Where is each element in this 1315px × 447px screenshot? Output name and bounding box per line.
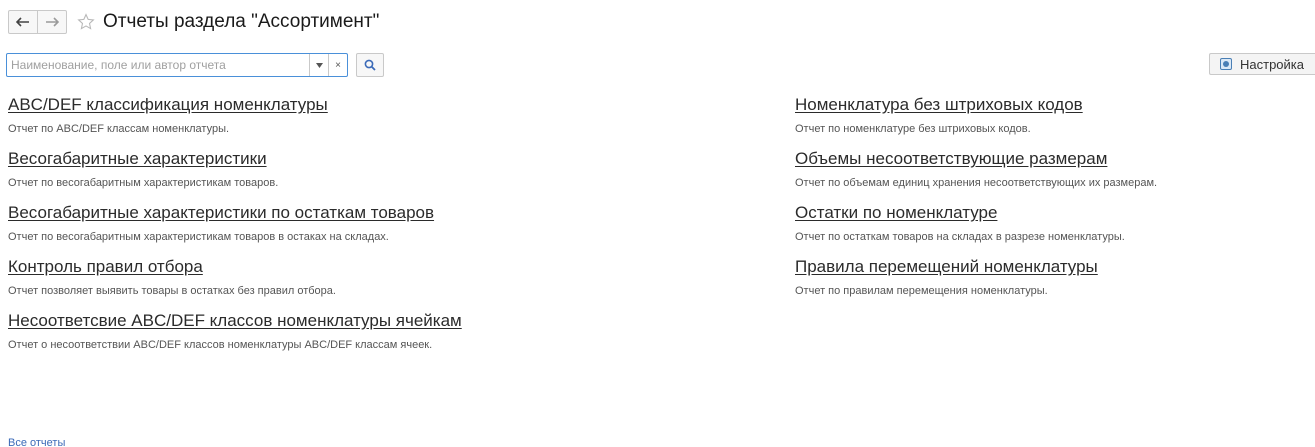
- report-description: Отчет по весогабаритным характеристикам …: [8, 231, 389, 243]
- report-description: Отчет по весогабаритным характеристикам …: [8, 177, 279, 189]
- search-bar: ×: [6, 53, 384, 77]
- settings-button[interactable]: Настройка: [1209, 53, 1315, 75]
- navigation-buttons: [8, 10, 67, 34]
- report-description: Отчет по объемам единиц хранения несоотв…: [795, 177, 1158, 189]
- report-link[interactable]: Весогабаритные характеристики по остатка…: [8, 201, 434, 225]
- arrow-right-icon: [46, 17, 59, 27]
- report-description: Отчет по остаткам товаров на складах в р…: [795, 231, 1125, 243]
- report-link[interactable]: Объемы несоответствующие размерам: [795, 147, 1107, 171]
- reports-page: Отчеты раздела "Ассортимент" × Настройка…: [0, 0, 1315, 447]
- clear-search-button[interactable]: ×: [328, 54, 347, 76]
- report-item: ABC/DEF классификация номенклатуры Отчет…: [8, 93, 462, 147]
- report-link[interactable]: Несоответсвие ABC/DEF классов номенклату…: [8, 309, 462, 333]
- report-link[interactable]: Контроль правил отбора: [8, 255, 203, 279]
- report-description: Отчет позволяет выявить товары в остатка…: [8, 285, 336, 297]
- report-item: Объемы несоответствующие размерам Отчет …: [795, 147, 1157, 201]
- report-link[interactable]: Правила перемещений номенклатуры: [795, 255, 1098, 279]
- chevron-down-icon: [315, 62, 323, 68]
- report-item: Номенклатура без штриховых кодов Отчет п…: [795, 93, 1157, 147]
- report-description: Отчет о несоответствии ABC/DEF классов н…: [8, 339, 433, 351]
- search-field-group: ×: [6, 53, 348, 77]
- report-description: Отчет по номенклатуре без штриховых кодо…: [795, 123, 1031, 135]
- report-item: Несоответсвие ABC/DEF классов номенклату…: [8, 309, 462, 363]
- reports-column-left: ABC/DEF классификация номенклатуры Отчет…: [8, 93, 462, 363]
- report-item: Весогабаритные характеристики по остатка…: [8, 201, 462, 255]
- search-dropdown-button[interactable]: [309, 54, 328, 76]
- report-item: Остатки по номенклатуре Отчет по остатка…: [795, 201, 1157, 255]
- report-item: Правила перемещений номенклатуры Отчет п…: [795, 255, 1157, 309]
- report-link[interactable]: Весогабаритные характеристики: [8, 147, 267, 171]
- report-description: Отчет по правилам перемещения номенклату…: [795, 285, 1048, 297]
- report-item: Весогабаритные характеристики Отчет по в…: [8, 147, 462, 201]
- find-button[interactable]: [356, 53, 384, 77]
- search-icon: [364, 59, 376, 71]
- forward-button[interactable]: [37, 11, 66, 33]
- reports-column-right: Номенклатура без штриховых кодов Отчет п…: [795, 93, 1157, 309]
- report-link[interactable]: Номенклатура без штриховых кодов: [795, 93, 1083, 117]
- all-reports-link[interactable]: Все отчеты: [8, 436, 65, 447]
- settings-icon: [1220, 58, 1232, 70]
- report-link[interactable]: ABC/DEF классификация номенклатуры: [8, 93, 328, 117]
- star-icon[interactable]: [77, 13, 95, 31]
- arrow-left-icon: [16, 17, 29, 27]
- title-bar: Отчеты раздела "Ассортимент": [8, 10, 379, 34]
- settings-button-label: Настройка: [1240, 56, 1304, 72]
- report-item: Контроль правил отбора Отчет позволяет в…: [8, 255, 462, 309]
- page-title: Отчеты раздела "Ассортимент": [103, 11, 380, 32]
- report-link[interactable]: Остатки по номенклатуре: [795, 201, 997, 225]
- search-input[interactable]: [7, 54, 309, 76]
- report-description: Отчет по ABC/DEF классам номенклатуры.: [8, 123, 230, 135]
- back-button[interactable]: [9, 11, 37, 33]
